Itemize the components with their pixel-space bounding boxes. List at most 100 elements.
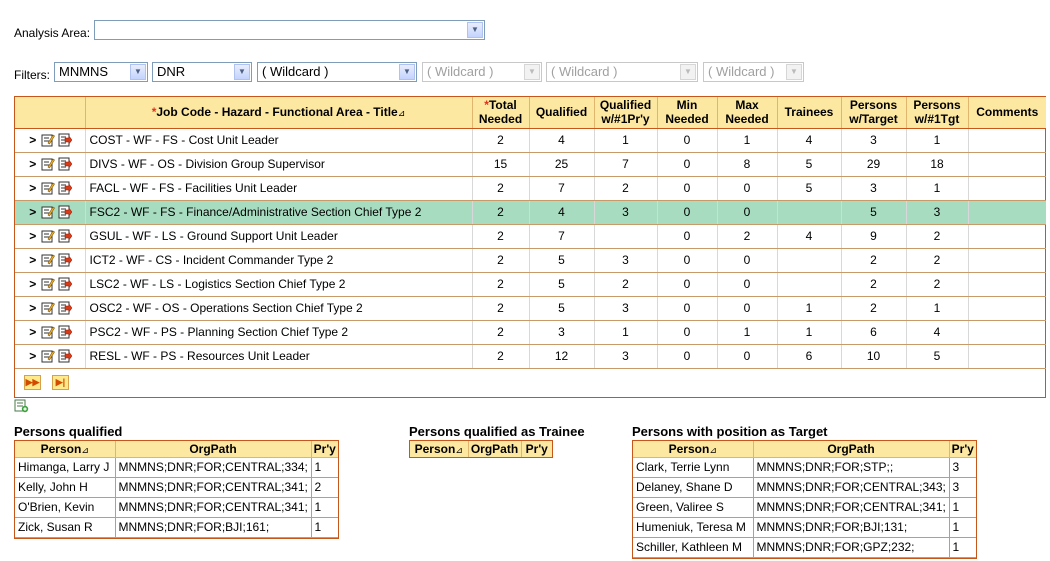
expand-chevron-icon[interactable]: > (28, 301, 38, 315)
persons-tgt-cell: 18 (906, 152, 969, 177)
orgpath-header[interactable]: OrgPath (468, 441, 522, 457)
analysis-area-select[interactable]: ▼ (94, 20, 485, 40)
job-code-header[interactable]: *Job Code - Hazard - Functional Area - T… (85, 97, 473, 129)
grid-row[interactable]: > COST - WF - FS - Cost Unit Leader 2 4 1 0 1 4… (15, 128, 1046, 153)
grid-row[interactable]: > OSC2 - WF - OS - Operations Section Chi… (15, 296, 1046, 321)
persons-target-cell: 3 (841, 128, 907, 153)
details-icon[interactable] (58, 205, 73, 219)
details-icon[interactable] (58, 277, 73, 291)
details-icon[interactable] (58, 157, 73, 171)
person-row[interactable]: Schiller, Kathleen M MNMNS;DNR;FOR;GPZ;23… (633, 537, 976, 558)
person-row[interactable]: Himanga, Larry J MNMNS;DNR;FOR;CENTRAL;33… (15, 457, 338, 478)
person-cell: Himanga, Larry J (15, 457, 116, 478)
edit-icon[interactable] (41, 301, 55, 315)
comments-header[interactable]: Comments (968, 97, 1046, 129)
person-row[interactable]: Zick, Susan R MNMNS;DNR;FOR;BJI;161; 1 (15, 517, 338, 538)
person-header[interactable]: Person⊿ (410, 441, 469, 457)
grid-row[interactable]: > PSC2 - WF - PS - Planning Section Chief… (15, 320, 1046, 345)
pry-header[interactable]: Pr'y (521, 441, 552, 457)
comments-cell (968, 320, 1046, 345)
edit-icon[interactable] (41, 205, 55, 219)
edit-icon[interactable] (41, 325, 55, 339)
details-icon[interactable] (58, 229, 73, 243)
max-cell: 8 (717, 152, 778, 177)
next-page-icon[interactable]: ▶▶ (24, 375, 41, 390)
comments-cell (968, 176, 1046, 201)
grid-row[interactable]: > DIVS - WF - OS - Division Group Supervi… (15, 152, 1046, 177)
edit-icon[interactable] (41, 277, 55, 291)
persons-target-header[interactable]: Persons w/Target (841, 97, 907, 129)
details-icon[interactable] (58, 301, 73, 315)
chevron-down-icon[interactable]: ▼ (399, 64, 415, 80)
person-row[interactable]: Clark, Terrie Lynn MNMNS;DNR;FOR;STP;; 3 (633, 457, 976, 478)
pry-header[interactable]: Pr'y (311, 441, 338, 458)
total-needed-header[interactable]: *Total Needed (472, 97, 530, 129)
edit-icon[interactable] (41, 253, 55, 267)
job-title-cell: LSC2 - WF - LS - Logistics Section Chief… (85, 272, 473, 297)
person-header[interactable]: Person⊿ (15, 441, 116, 458)
filter-select-2[interactable]: DNR ▼ (152, 62, 252, 82)
expand-chevron-icon[interactable]: > (28, 325, 38, 339)
details-icon[interactable] (58, 181, 73, 195)
min-cell: 0 (657, 248, 718, 273)
expand-chevron-icon[interactable]: > (28, 133, 38, 147)
expand-chevron-icon[interactable]: > (28, 205, 38, 219)
sort-icon: ⊿ (397, 107, 406, 118)
expand-chevron-icon[interactable]: > (28, 229, 38, 243)
person-row[interactable]: Kelly, John H MNMNS;DNR;FOR;CENTRAL;341; 2 (15, 477, 338, 498)
add-record-icon[interactable] (14, 399, 29, 413)
grid-row[interactable]: > LSC2 - WF - LS - Logistics Section Chie… (15, 272, 1046, 297)
filter-select-3[interactable]: ( Wildcard ) ▼ (257, 62, 417, 82)
job-title-cell: FSC2 - WF - FS - Finance/Administrative … (85, 200, 473, 225)
last-page-icon[interactable]: ▶| (52, 375, 69, 390)
details-icon[interactable] (58, 133, 73, 147)
edit-icon[interactable] (41, 349, 55, 363)
expand-chevron-icon[interactable]: > (28, 157, 38, 171)
edit-icon[interactable] (41, 133, 55, 147)
edit-icon[interactable] (41, 157, 55, 171)
edit-icon[interactable] (41, 181, 55, 195)
details-icon[interactable] (58, 349, 73, 363)
orgpath-header[interactable]: OrgPath (753, 441, 950, 458)
persons-qualified-title: Persons qualified (14, 424, 123, 439)
trainees-header[interactable]: Trainees (777, 97, 842, 129)
total-cell: 2 (472, 200, 530, 225)
details-icon[interactable] (58, 253, 73, 267)
qualified-header[interactable]: Qualified (529, 97, 595, 129)
person-row[interactable]: Green, Valiree S MNMNS;DNR;FOR;CENTRAL;34… (633, 497, 976, 518)
qualified-cell: 12 (529, 344, 595, 369)
person-row[interactable]: O'Brien, Kevin MNMNS;DNR;FOR;CENTRAL;341;… (15, 497, 338, 518)
pry-header[interactable]: Pr'y (949, 441, 976, 458)
max-needed-header[interactable]: Max Needed (717, 97, 778, 129)
max-cell: 0 (717, 200, 778, 225)
pry-cell: 1 (311, 497, 338, 518)
person-header[interactable]: Person⊿ (633, 441, 754, 458)
person-row[interactable]: Humeniuk, Teresa M MNMNS;DNR;FOR;BJI;131;… (633, 517, 976, 538)
grid-row[interactable]: > ICT2 - WF - CS - Incident Commander Typ… (15, 248, 1046, 273)
min-cell: 0 (657, 224, 718, 249)
grid-row[interactable]: > GSUL - WF - LS - Ground Support Unit Le… (15, 224, 1046, 249)
chevron-down-icon[interactable]: ▼ (234, 64, 250, 80)
expand-chevron-icon[interactable]: > (28, 181, 38, 195)
expand-chevron-icon[interactable]: > (28, 253, 38, 267)
grid-row[interactable]: > RESL - WF - PS - Resources Unit Leader 2… (15, 344, 1046, 369)
qualified-pry-header[interactable]: Qualified w/#1Pr'y (594, 97, 658, 129)
chevron-down-icon[interactable]: ▼ (130, 64, 146, 80)
expand-chevron-icon[interactable]: > (28, 277, 38, 291)
grid-row[interactable]: > FACL - WF - FS - Facilities Unit Leader… (15, 176, 1046, 201)
persons-tgt-header[interactable]: Persons w/#1Tgt (906, 97, 969, 129)
grid-row[interactable]: > FSC2 - WF - FS - Finance/Administrative… (15, 200, 1046, 225)
orgpath-cell: MNMNS;DNR;FOR;BJI;131; (753, 517, 950, 538)
max-cell: 0 (717, 272, 778, 297)
persons-target-title: Persons with position as Target (632, 424, 828, 439)
chevron-down-icon[interactable]: ▼ (467, 22, 483, 38)
min-cell: 0 (657, 200, 718, 225)
orgpath-header[interactable]: OrgPath (115, 441, 312, 458)
details-icon[interactable] (58, 325, 73, 339)
max-cell: 0 (717, 344, 778, 369)
expand-chevron-icon[interactable]: > (28, 349, 38, 363)
edit-icon[interactable] (41, 229, 55, 243)
min-needed-header[interactable]: Min Needed (657, 97, 718, 129)
filter-select-1[interactable]: MNMNS ▼ (54, 62, 148, 82)
person-row[interactable]: Delaney, Shane D MNMNS;DNR;FOR;CENTRAL;34… (633, 477, 976, 498)
